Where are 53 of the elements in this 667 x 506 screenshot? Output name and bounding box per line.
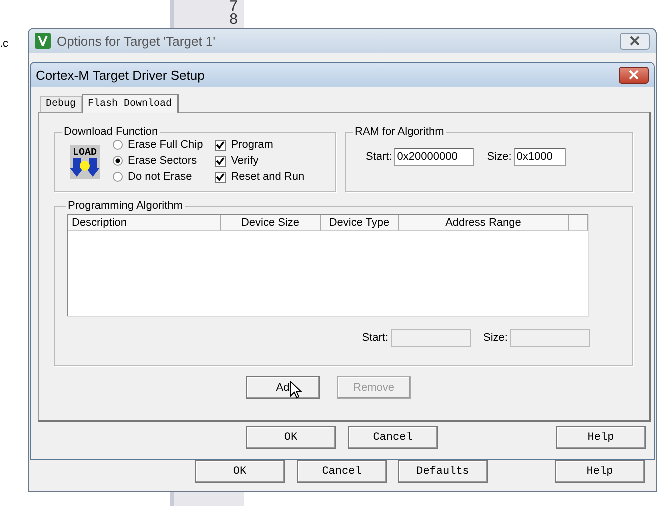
dialog-button[interactable]: Cancel xyxy=(348,426,438,449)
cursor-icon xyxy=(290,381,302,399)
file-name: .c xyxy=(0,38,9,50)
radio-button[interactable] xyxy=(113,172,123,182)
checkbox-label: Reset and Run xyxy=(231,171,305,183)
field-label: Size: xyxy=(487,151,512,163)
dialog-button[interactable]: OK xyxy=(246,426,336,449)
add-button[interactable]: Ad xyxy=(246,376,320,399)
window-title: Options for Target 'Target 1' xyxy=(57,34,216,48)
column-header[interactable]: Description xyxy=(68,215,221,231)
load-icon: LOAD xyxy=(69,144,101,180)
line-number: 8 xyxy=(230,13,238,26)
size-field[interactable]: 0x1000 xyxy=(514,148,566,166)
column-header[interactable]: Device Type xyxy=(321,215,399,231)
radio-label: Do not Erase xyxy=(128,171,192,183)
checkbox-option[interactable]: Verify xyxy=(215,154,305,168)
dialog-title: Cortex-M Target Driver Setup xyxy=(36,68,205,82)
close-button[interactable] xyxy=(619,66,649,84)
checkbox-label: Verify xyxy=(231,155,259,167)
dialog-button[interactable]: OK xyxy=(195,460,285,483)
start-field[interactable]: 0x20000000 xyxy=(394,148,474,166)
checkbox-label: Program xyxy=(231,139,274,151)
checkbox-option[interactable]: Reset and Run xyxy=(215,170,305,184)
close-icon xyxy=(628,70,640,80)
group-title: RAM for Algorithm xyxy=(354,126,446,138)
field-label: Size: xyxy=(484,332,508,344)
radio-option[interactable]: Erase Sectors xyxy=(113,154,204,168)
checkbox[interactable] xyxy=(215,156,226,166)
radio-button[interactable] xyxy=(113,156,123,166)
dialog-button[interactable]: Cancel xyxy=(297,460,387,483)
radio-option[interactable]: Erase Full Chip xyxy=(113,138,204,152)
line-number: 7 xyxy=(230,0,238,13)
checkbox[interactable] xyxy=(215,172,226,182)
dialog-button[interactable]: Help xyxy=(556,426,646,449)
field-label: Start: xyxy=(362,332,389,344)
radio-label: Erase Full Chip xyxy=(128,139,204,151)
checkbox-option[interactable]: Program xyxy=(215,138,305,152)
group-title: Download Function xyxy=(63,126,160,138)
group-title: Programming Algorithm xyxy=(67,200,184,212)
radio-label: Erase Sectors xyxy=(128,155,198,167)
dialog-button[interactable]: Help xyxy=(555,460,645,483)
tab[interactable]: Flash Download xyxy=(82,94,180,113)
checkbox[interactable] xyxy=(215,140,226,150)
radio-option[interactable]: Do not Erase xyxy=(113,170,204,184)
dialog-button[interactable]: Defaults xyxy=(398,460,488,483)
radio-button[interactable] xyxy=(113,140,123,150)
app-icon xyxy=(35,33,51,49)
tab[interactable]: Debug xyxy=(40,96,82,112)
field-label: Start: xyxy=(366,151,392,163)
close-button[interactable] xyxy=(620,32,650,50)
column-header[interactable]: Device Size xyxy=(221,215,321,231)
close-icon xyxy=(629,36,641,46)
column-header[interactable]: Address Range xyxy=(399,215,569,231)
